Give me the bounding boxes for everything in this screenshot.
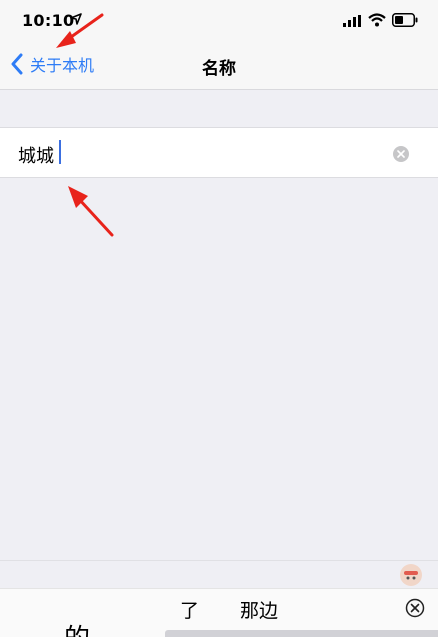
name-field[interactable]: 城城	[0, 127, 438, 178]
keyboard-toolbar	[0, 560, 438, 588]
candidate-word-1[interactable]: 了	[180, 596, 199, 623]
wifi-icon	[368, 13, 386, 27]
keyboard-key-row[interactable]	[165, 630, 438, 637]
candidate-word-2[interactable]: 那边	[240, 596, 278, 623]
emoji-keyboard-icon[interactable]	[399, 563, 423, 587]
status-time: 10:10	[22, 11, 75, 30]
annotation-arrow-field	[68, 186, 114, 237]
close-candidates-icon[interactable]	[405, 598, 425, 618]
text-caret	[59, 140, 61, 164]
name-field-value[interactable]: 城城	[18, 142, 54, 168]
page-title: 名称	[202, 59, 236, 79]
cellular-signal-icon	[343, 15, 361, 27]
location-arrow-icon	[70, 13, 82, 25]
clear-x-icon	[397, 150, 405, 158]
screen: 10:10 关于本机 名称 城城 了 那边	[0, 0, 438, 637]
clear-text-button[interactable]	[393, 146, 409, 162]
battery-icon	[392, 13, 418, 27]
candidate-main[interactable]: 的	[64, 618, 90, 637]
